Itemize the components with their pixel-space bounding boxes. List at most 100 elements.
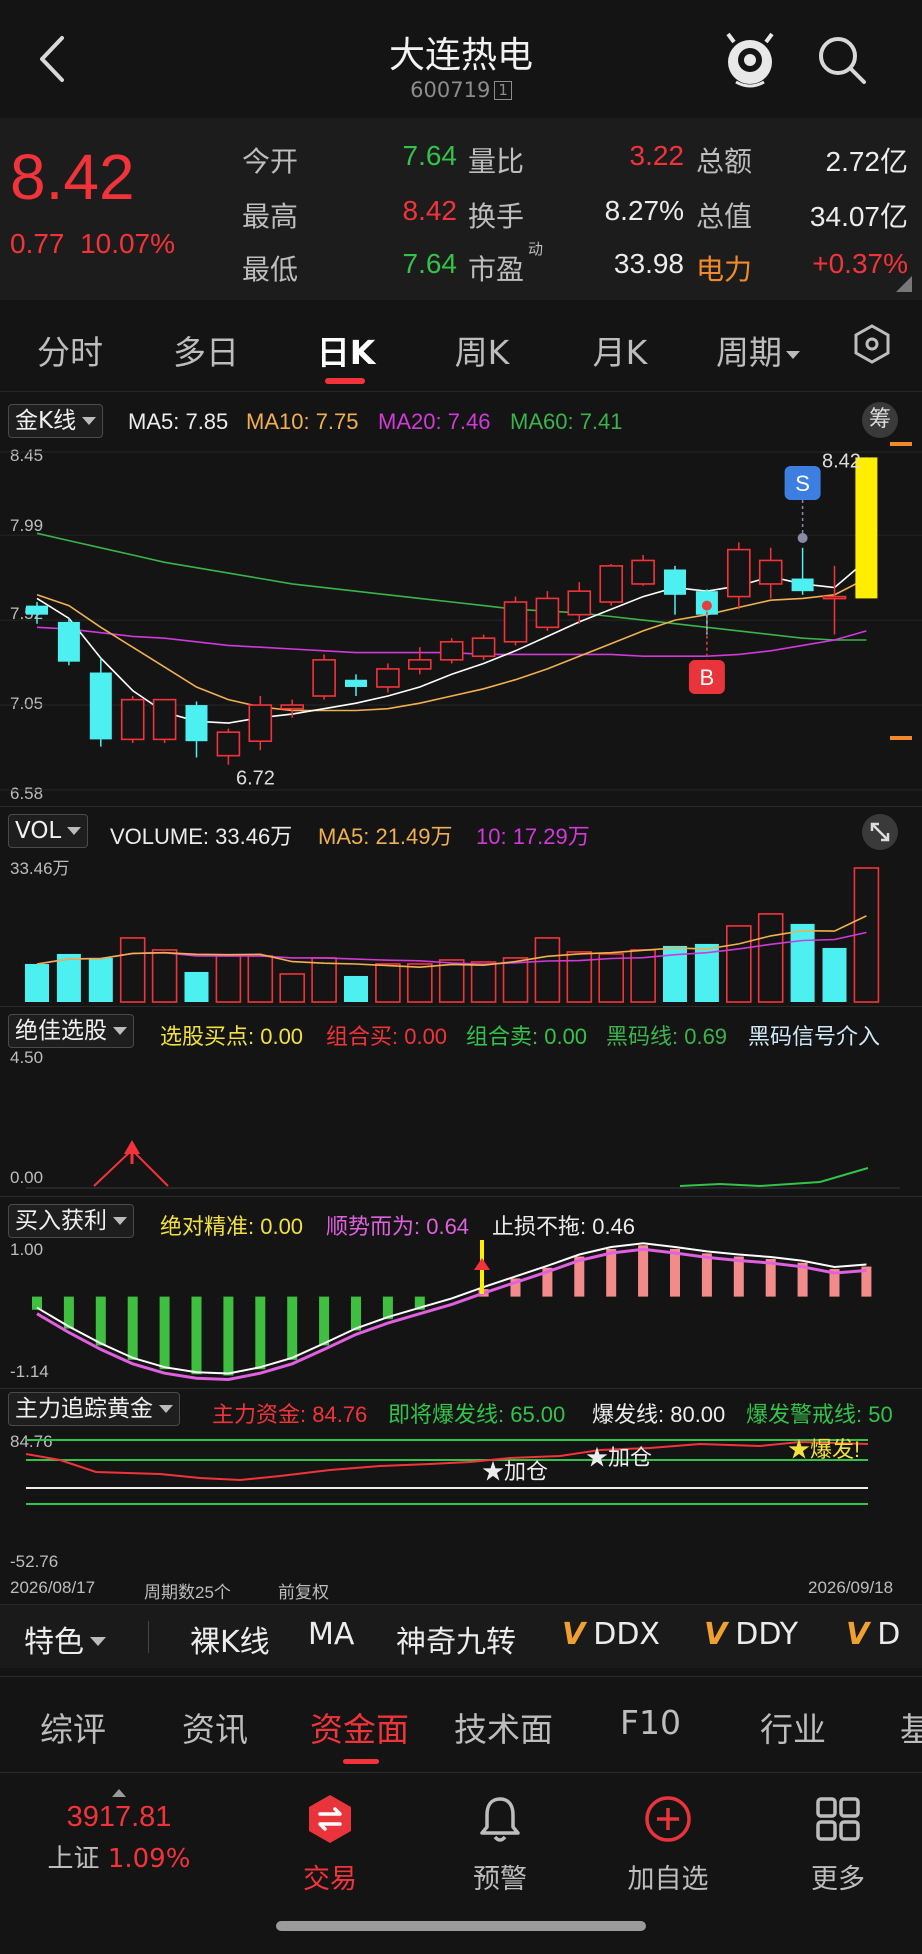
volume-bar	[502, 957, 529, 1003]
candle-body	[345, 679, 367, 687]
jjxg-chart[interactable]	[0, 1052, 922, 1192]
tab-technical[interactable]: 技术面	[454, 1703, 553, 1751]
mrhl-selector[interactable]: 买入获利	[8, 1204, 134, 1238]
feature-magic-nine[interactable]: 神奇九转	[396, 1617, 516, 1661]
candle-body	[120, 698, 145, 741]
chevron-down-icon	[67, 827, 82, 835]
chevron-down-icon	[82, 417, 97, 425]
mrhl-chart[interactable]	[0, 1238, 922, 1384]
chart-settings-button[interactable]	[852, 322, 892, 366]
feature-ddx[interactable]: V DDX	[562, 1617, 660, 1652]
ma60-value: MA60: 7.41	[510, 409, 623, 434]
mrhl-bar	[127, 1296, 138, 1360]
tab-period-label: 周期	[716, 333, 782, 372]
volume-bar	[279, 973, 306, 1003]
zlzz-chart[interactable]	[0, 1430, 922, 1574]
candle-body	[791, 578, 814, 592]
kline-selector[interactable]: 金K线	[8, 404, 104, 438]
mrhl-bar	[191, 1296, 202, 1375]
chip-upper-mark	[890, 442, 912, 446]
price-change: 0.77 10.07%	[10, 228, 175, 260]
nav-more[interactable]: 更多	[778, 1793, 898, 1896]
stat-label: 总额	[696, 146, 753, 177]
divider	[0, 1196, 922, 1197]
volume-selector[interactable]: VOL	[8, 814, 89, 848]
low-price-label: 6.72	[236, 768, 275, 790]
burst-tag: ★爆发!	[788, 1437, 861, 1462]
mascot-button[interactable]	[722, 30, 778, 92]
tab-monthly-k[interactable]: 月K	[582, 326, 658, 374]
jjxg-selector[interactable]: 绝佳选股	[8, 1014, 134, 1048]
stock-code-text: 600719	[410, 78, 491, 102]
candle-body	[664, 569, 686, 595]
nav-trade[interactable]: 交易	[270, 1793, 390, 1896]
feature-ddy[interactable]: V DDY	[704, 1617, 798, 1652]
volume-bar	[184, 971, 209, 1002]
tab-news[interactable]: 资讯	[182, 1703, 248, 1751]
feature-more[interactable]: VD	[846, 1617, 900, 1652]
chevron-down-icon	[786, 351, 800, 359]
mrhl-accurate: 绝对精准: 0.00	[160, 1214, 304, 1239]
axis-adjust[interactable]: 前复权	[278, 1578, 329, 1603]
index-ticker[interactable]: 3917.81 上证 1.09%	[44, 1789, 194, 1875]
stat-value: 8.27%	[604, 195, 684, 226]
vip-v-icon: V	[704, 1617, 728, 1652]
nav-add-watchlist[interactable]: 加自选	[608, 1793, 728, 1896]
tab-period[interactable]: 周期	[708, 326, 808, 374]
stat-value: +0.37%	[812, 248, 908, 279]
mrhl-bar	[223, 1296, 234, 1376]
chip-button[interactable]: 筹	[862, 402, 898, 438]
mrhl-selector-label: 买入获利	[15, 1208, 107, 1234]
kline-chart[interactable]: 8.42 6.72 S B	[0, 442, 922, 802]
jjxg-signal: 黑码信号介入	[748, 1024, 881, 1049]
volume-bar	[25, 963, 49, 1002]
candle-body	[535, 597, 560, 629]
volume-bar	[311, 957, 337, 1003]
mrhl-bar	[670, 1249, 680, 1297]
jjxg-buy-point: 选股买点: 0.00	[160, 1024, 304, 1049]
zlzz-main-funds: 主力资金: 84.76	[212, 1402, 368, 1427]
nav-alert[interactable]: 预警	[440, 1793, 560, 1896]
volume-bar	[119, 937, 146, 1003]
tab-fenshi[interactable]: 分时	[32, 326, 108, 374]
mrhl-bar	[319, 1296, 330, 1346]
chevron-down-icon	[90, 1637, 106, 1646]
tab-more-cut[interactable]: 基	[900, 1703, 922, 1751]
ma10-value: MA10: 7.75	[246, 409, 359, 434]
tab-multiday[interactable]: 多日	[168, 326, 244, 374]
candle-body	[280, 704, 305, 710]
volume-bar	[406, 963, 433, 1003]
stat-label: 电力	[696, 254, 753, 285]
mrhl-follow: 顺势而为: 0.64	[326, 1214, 470, 1239]
ma20-value: MA20: 7.46	[378, 409, 491, 434]
tab-overview[interactable]: 综评	[40, 1703, 106, 1751]
volume-chart[interactable]	[0, 852, 922, 1004]
jjxg-combo-buy: 组合买: 0.00	[326, 1024, 448, 1049]
chevron-down-icon	[113, 1027, 127, 1035]
feature-ma[interactable]: MA	[308, 1617, 354, 1652]
mascot-icon	[726, 32, 774, 88]
tab-f10[interactable]: F10	[620, 1703, 681, 1742]
tab-daily-k[interactable]: 日K	[308, 326, 384, 374]
jjxg-combo-sell: 组合卖: 0.00	[466, 1024, 588, 1049]
stat-label: 市盈	[468, 254, 525, 285]
tab-funds[interactable]: 资金面	[310, 1703, 409, 1751]
volume-selector-label: VOL	[15, 818, 62, 844]
fullscreen-button[interactable]	[862, 814, 898, 850]
active-tab-underline	[325, 378, 365, 384]
chip-lower-mark	[890, 736, 912, 740]
candle-body	[631, 559, 655, 585]
feature-naked-k[interactable]: 裸K线	[190, 1617, 270, 1661]
volume-bar	[725, 925, 752, 1003]
search-button[interactable]	[814, 32, 870, 88]
feature-dropdown[interactable]: 特色	[24, 1617, 106, 1661]
tab-weekly-k[interactable]: 周K	[444, 326, 520, 374]
stat-label: 最高	[242, 201, 299, 232]
mrhl-bar	[159, 1296, 170, 1370]
trade-icon	[309, 1795, 351, 1843]
zlzz-selector[interactable]: 主力追踪黄金	[8, 1392, 180, 1426]
kline-selector-label: 金K线	[15, 408, 77, 434]
tab-industry[interactable]: 行业	[760, 1703, 826, 1751]
volume-value: VOLUME: 33.46万	[110, 824, 293, 849]
pe-type-superscript: 动	[528, 241, 544, 258]
